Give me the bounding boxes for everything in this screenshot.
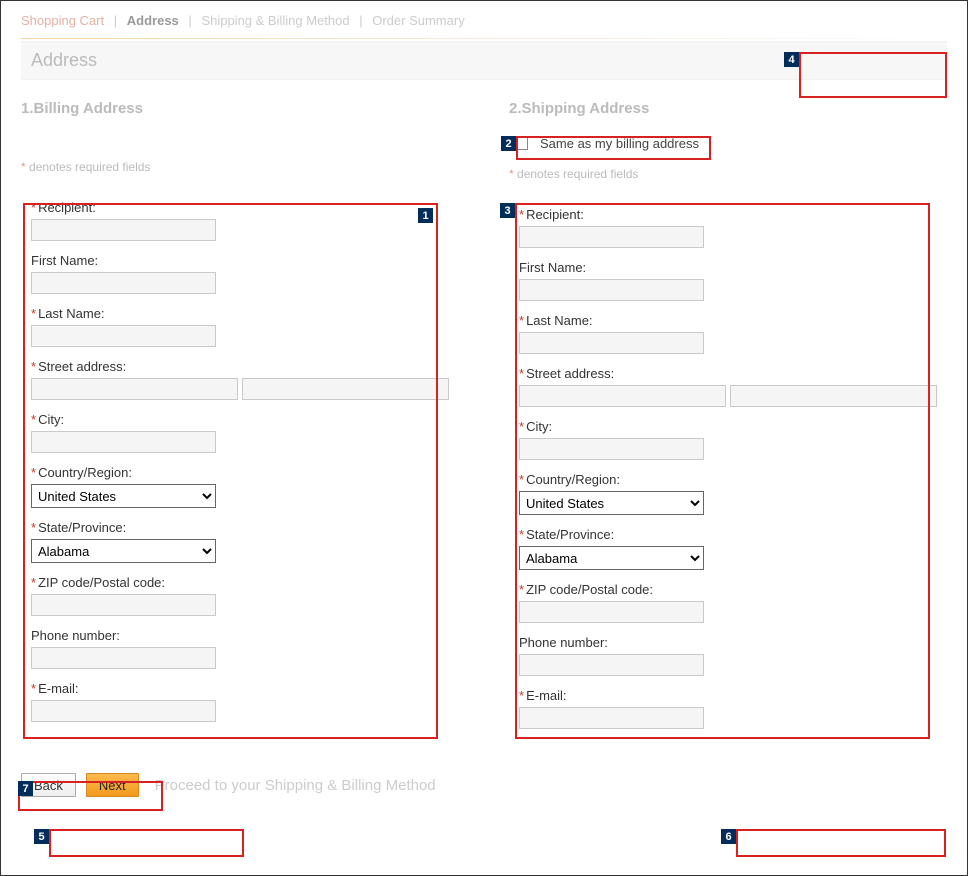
billing-street2-input[interactable] [242,378,449,400]
billing-email-input[interactable] [31,700,216,722]
shipping-street-label: *Street address: [519,366,937,381]
shipping-address-title: 2.Shipping Address [509,100,947,117]
shipping-street2-input[interactable] [730,385,937,407]
shipping-phone-input[interactable] [519,654,704,676]
billing-lastname-label: *Last Name: [31,306,449,321]
same-as-billing-checkbox[interactable] [515,137,528,150]
same-as-billing-label: Same as my billing address [540,136,699,151]
billing-phone-input[interactable] [31,647,216,669]
shipping-city-label: *City: [519,419,937,434]
proceed-text: Proceed to your Shipping & Billing Metho… [155,777,436,794]
breadcrumb-cart[interactable]: Shopping Cart [21,13,104,28]
billing-email-label: *E-mail: [31,681,449,696]
billing-country-label: *Country/Region: [31,465,449,480]
button-row: Back Next Proceed to your Shipping & Bil… [21,773,947,797]
next-button[interactable]: Next [86,773,139,797]
shipping-form: *Recipient: First Name: *Last Name: *Str… [509,195,947,751]
callout-6: 6 [736,829,946,857]
shipping-country-select[interactable]: United States [519,491,704,515]
billing-firstname-label: First Name: [31,253,449,268]
shipping-recipient-label: *Recipient: [519,207,937,222]
billing-lastname-input[interactable] [31,325,216,347]
shipping-city-input[interactable] [519,438,704,460]
shipping-street1-input[interactable] [519,385,726,407]
required-note-shipping: * denotes required fields [509,167,947,181]
shipping-firstname-input[interactable] [519,279,704,301]
required-note-billing: * denotes required fields [21,160,459,174]
shipping-zip-label: *ZIP code/Postal code: [519,582,937,597]
billing-city-input[interactable] [31,431,216,453]
billing-firstname-input[interactable] [31,272,216,294]
billing-country-select[interactable]: United States [31,484,216,508]
billing-street-label: *Street address: [31,359,449,374]
billing-state-select[interactable]: Alabama [31,539,216,563]
shipping-zip-input[interactable] [519,601,704,623]
billing-street1-input[interactable] [31,378,238,400]
billing-address-title: 1.Billing Address [21,100,459,117]
callout-5: 5 [49,829,244,857]
divider [21,38,947,39]
shipping-lastname-label: *Last Name: [519,313,937,328]
breadcrumb-summary[interactable]: Order Summary [372,13,464,28]
billing-phone-label: Phone number: [31,628,449,643]
shipping-state-label: *State/Province: [519,527,937,542]
page-title: Address [21,41,947,80]
billing-recipient-label: *Recipient: [31,200,449,215]
billing-city-label: *City: [31,412,449,427]
shipping-state-select[interactable]: Alabama [519,546,704,570]
shipping-phone-label: Phone number: [519,635,937,650]
shipping-recipient-input[interactable] [519,226,704,248]
back-button[interactable]: Back [21,773,76,797]
billing-form: *Recipient: First Name: *Last Name: *Str… [21,188,459,744]
shipping-email-input[interactable] [519,707,704,729]
shipping-lastname-input[interactable] [519,332,704,354]
billing-recipient-input[interactable] [31,219,216,241]
billing-zip-label: *ZIP code/Postal code: [31,575,449,590]
billing-zip-input[interactable] [31,594,216,616]
shipping-firstname-label: First Name: [519,260,937,275]
breadcrumb-address[interactable]: Address [127,13,179,28]
breadcrumb-shipping[interactable]: Shipping & Billing Method [201,13,349,28]
breadcrumb: Shopping Cart | Address | Shipping & Bil… [21,11,947,38]
billing-state-label: *State/Province: [31,520,449,535]
shipping-email-label: *E-mail: [519,688,937,703]
shipping-country-label: *Country/Region: [519,472,937,487]
